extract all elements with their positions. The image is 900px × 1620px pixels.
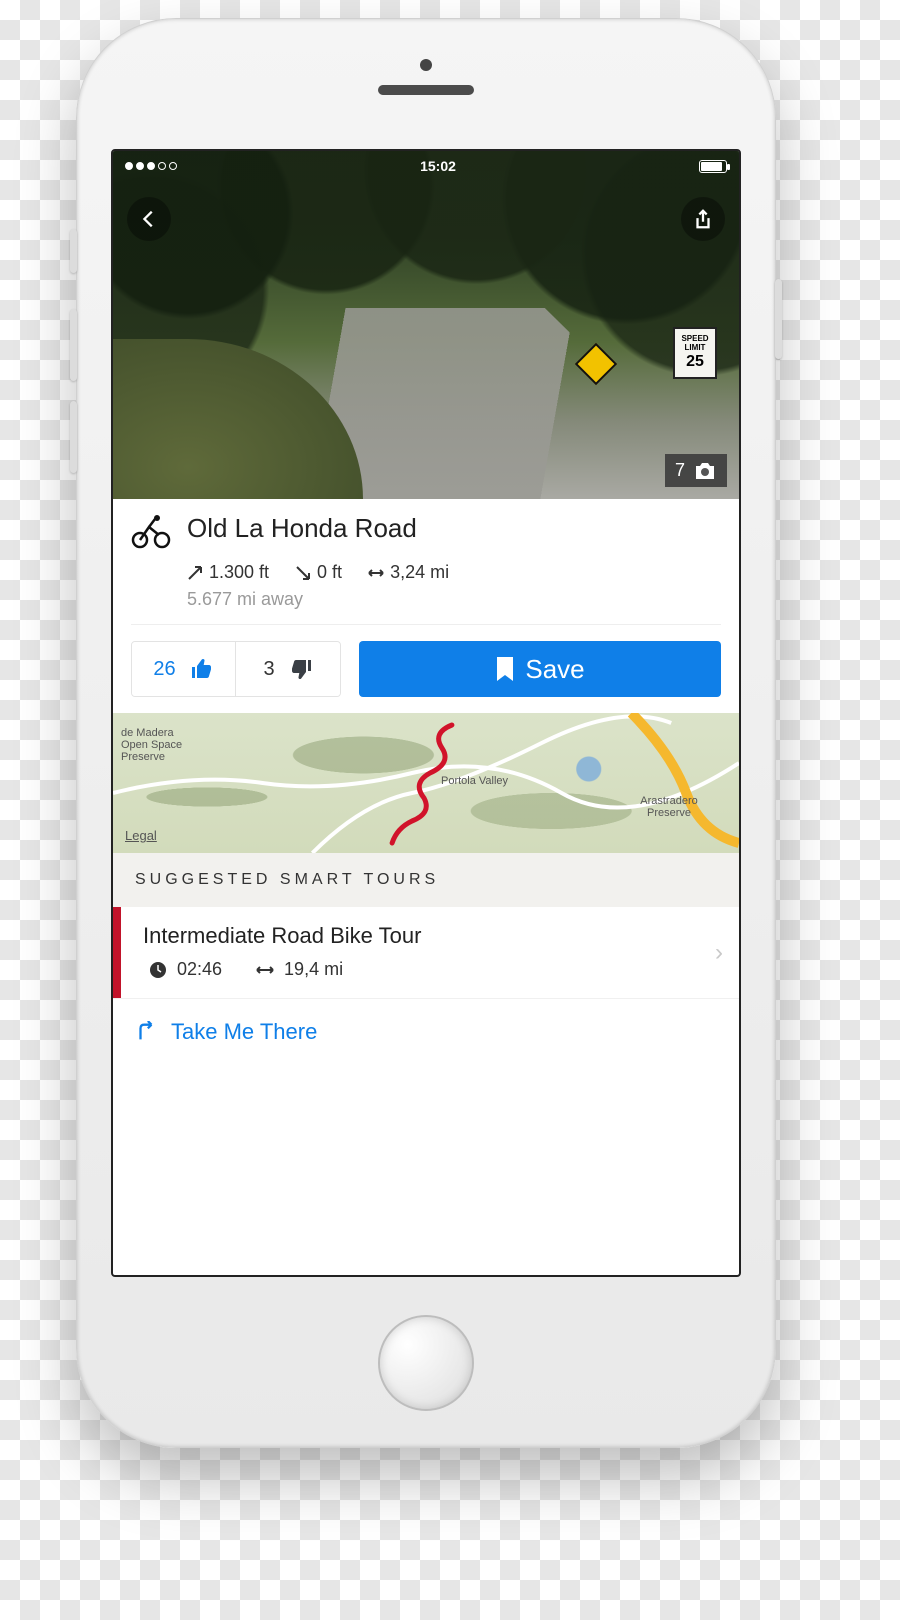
route-stats: 1.300 ft 0 ft 3,24 mi [113,558,739,583]
speed-limit-sign: SPEED LIMIT 25 [673,327,717,379]
speed-limit-label: SPEED LIMIT [675,335,715,353]
ascent-value: 1.300 ft [209,562,269,583]
clock-icon [149,961,167,979]
cycling-icon [131,513,171,554]
downvote-count: 3 [263,658,274,681]
save-button[interactable]: Save [359,641,721,697]
downvote-button[interactable]: 3 [236,642,340,696]
distance-value: 3,24 mi [390,562,449,583]
descent-icon [295,565,311,581]
map-legal-link[interactable]: Legal [125,828,157,843]
front-camera [420,59,432,71]
home-button[interactable] [378,1315,474,1411]
thumbs-up-icon [190,657,214,681]
back-button[interactable] [127,197,171,241]
vote-group: 26 3 [131,641,341,697]
status-time: 15:02 [420,158,456,174]
earpiece [378,85,474,95]
tour-distance: 19,4 mi [284,959,343,980]
chevron-right-icon: › [715,939,723,967]
descent-value: 0 ft [317,562,342,583]
status-bar: 15:02 [113,151,739,181]
route-title: Old La Honda Road [187,513,417,544]
save-label: Save [525,654,584,685]
map-preview[interactable]: de Madera Open Space Preserve Portola Va… [113,713,739,853]
mute-switch [70,229,77,273]
take-me-there-label: Take Me There [171,1019,317,1045]
camera-icon [693,461,717,481]
battery-icon [699,160,727,173]
directions-icon [135,1021,157,1043]
power-button [775,279,782,359]
suggested-tour-item[interactable]: Intermediate Road Bike Tour 02:46 19,4 m… [113,907,739,998]
photo-count-value: 7 [675,460,685,481]
hero-image: SPEED LIMIT 25 15:02 [113,151,739,499]
tour-duration: 02:46 [177,959,222,980]
upvote-button[interactable]: 26 [132,642,236,696]
upvote-count: 26 [153,658,175,681]
distance-icon [368,565,384,581]
volume-up-button [70,309,77,381]
distance-away: 5.677 mi away [113,583,739,624]
ascent-icon [187,565,203,581]
map-label-3: Arastradero Preserve [629,795,709,819]
screen: SPEED LIMIT 25 15:02 [111,149,741,1277]
share-button[interactable] [681,197,725,241]
take-me-there-button[interactable]: Take Me There [113,998,739,1065]
map-label-2: Portola Valley [441,775,508,787]
phone-frame: SPEED LIMIT 25 15:02 [76,18,776,1448]
thumbs-down-icon [289,657,313,681]
volume-down-button [70,401,77,473]
tour-title: Intermediate Road Bike Tour [143,923,717,949]
speed-limit-value: 25 [675,353,715,371]
distance-icon [256,961,274,979]
share-icon [692,208,714,230]
suggested-header: SUGGESTED SMART TOURS [113,853,739,907]
map-label-1: de Madera Open Space Preserve [121,727,201,763]
signal-strength-icon [125,162,177,170]
bookmark-icon [495,657,515,681]
chevron-left-icon [138,208,160,230]
photo-count-badge[interactable]: 7 [665,454,727,487]
